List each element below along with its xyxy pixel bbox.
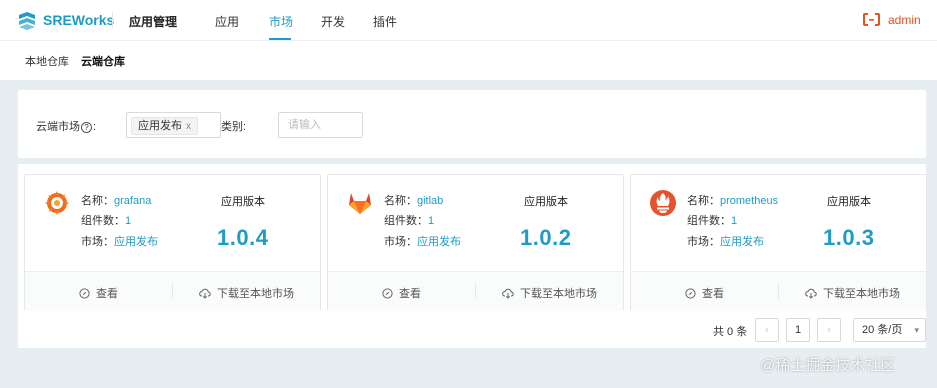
- market-label: 市场：: [384, 236, 417, 248]
- cloud-download-icon: [502, 288, 514, 299]
- download-to-local-button[interactable]: 下载至本地市场: [199, 285, 294, 301]
- card-name-row: 名称：gitlab: [384, 192, 443, 208]
- version-label: 应用版本: [221, 196, 265, 208]
- version-number: 1.0.4: [217, 225, 269, 250]
- card-name-row: 名称：grafana: [81, 192, 151, 208]
- view-button-label: 查看: [702, 288, 724, 300]
- market-label: 市场：: [81, 236, 114, 248]
- watermark: @稀土掘金技术社区: [760, 357, 896, 374]
- market-filter-label-colon: :: [93, 121, 97, 133]
- help-icon[interactable]: ?: [81, 122, 92, 133]
- category-input[interactable]: [278, 112, 363, 138]
- selected-market-tag: 应用发布 x: [131, 117, 198, 135]
- version-number: 1.0.3: [823, 225, 875, 250]
- pagination-next-button[interactable]: ›: [817, 318, 841, 342]
- version-number: 1.0.2: [520, 225, 572, 250]
- sreworks-logo-icon[interactable]: [16, 11, 38, 31]
- card-actions: 查看 下载至本地市场: [328, 271, 623, 311]
- name-label: 名称：: [81, 195, 114, 207]
- app-name-link[interactable]: grafana: [114, 195, 151, 207]
- components-label: 组件数：: [687, 215, 731, 227]
- brand-divider: [112, 12, 113, 28]
- action-divider: [778, 283, 779, 299]
- sub-navigation-bar: 本地仓库 云端仓库: [0, 41, 937, 80]
- pagination-total: 共 0 条: [713, 326, 748, 338]
- card-name-row: 名称：prometheus: [687, 192, 778, 208]
- components-label: 组件数：: [384, 215, 428, 227]
- market-link[interactable]: 应用发布: [720, 236, 764, 248]
- compass-icon: [382, 288, 393, 299]
- action-divider: [475, 283, 476, 299]
- download-button-label: 下载至本地市场: [823, 288, 900, 300]
- category-filter-label: 类别:: [221, 121, 247, 133]
- card-market-row: 市场：应用发布: [687, 233, 764, 249]
- page-size-value: 20 条/页: [862, 324, 903, 336]
- download-to-local-button[interactable]: 下载至本地市场: [805, 285, 900, 301]
- view-button[interactable]: 查看: [79, 285, 118, 301]
- card-components-row: 组件数：1: [384, 212, 434, 228]
- cloud-download-icon: [805, 288, 817, 299]
- compass-icon: [685, 288, 696, 299]
- nav-tab-market[interactable]: 市场: [269, 13, 293, 30]
- market-link[interactable]: 应用发布: [417, 236, 461, 248]
- selected-market-tag-label: 应用发布: [138, 120, 182, 132]
- compass-icon: [79, 288, 90, 299]
- download-to-local-button[interactable]: 下载至本地市场: [502, 285, 597, 301]
- app-card-prometheus: 名称：prometheus 组件数：1 市场：应用发布 应用版本 1.0.3 查…: [630, 174, 927, 311]
- market-filter-label: 云端市场?:: [36, 118, 96, 134]
- active-tab-indicator: [269, 38, 291, 40]
- view-button-label: 查看: [399, 288, 421, 300]
- card-components-row: 组件数：1: [81, 212, 131, 228]
- market-select[interactable]: 应用发布 x: [126, 112, 221, 138]
- page-size-select[interactable]: 20 条/页 ▾: [853, 318, 926, 342]
- app-card-gitlab: 名称：gitlab 组件数：1 市场：应用发布 应用版本 1.0.2 查看 下载…: [327, 174, 624, 311]
- download-button-label: 下载至本地市场: [520, 288, 597, 300]
- app-name-link[interactable]: gitlab: [417, 195, 443, 207]
- prometheus-icon: [650, 190, 676, 216]
- download-button-label: 下载至本地市场: [217, 288, 294, 300]
- name-label: 名称：: [384, 195, 417, 207]
- action-divider: [172, 283, 173, 299]
- filter-panel: 云端市场?: 应用发布 x 类别:: [18, 90, 926, 158]
- subnav-cloud-repo[interactable]: 云端仓库: [81, 53, 125, 69]
- brand-name[interactable]: SREWorks: [43, 12, 114, 28]
- nav-tab-apps[interactable]: 应用: [215, 13, 239, 30]
- app-title: 应用管理: [129, 15, 178, 29]
- components-count[interactable]: 1: [731, 215, 737, 227]
- market-link[interactable]: 应用发布: [114, 236, 158, 248]
- version-label: 应用版本: [524, 196, 568, 208]
- nav-tab-develop[interactable]: 开发: [321, 13, 345, 30]
- chevron-down-icon: ▾: [914, 325, 919, 335]
- version-label: 应用版本: [827, 196, 871, 208]
- gitlab-icon: [349, 193, 371, 214]
- top-navigation-bar: SREWorks 应用管理 应用 市场 开发 插件 admin: [0, 0, 937, 41]
- card-components-row: 组件数：1: [687, 212, 737, 228]
- card-actions: 查看 下载至本地市场: [631, 271, 926, 311]
- view-button[interactable]: 查看: [685, 285, 724, 301]
- user-menu[interactable]: admin: [888, 13, 921, 27]
- alibaba-cloud-icon[interactable]: [863, 13, 880, 26]
- app-card-grafana: 名称：grafana 组件数：1 市场：应用发布 应用版本 1.0.4 查看 下…: [24, 174, 321, 311]
- pagination-prev-button[interactable]: ‹: [755, 318, 779, 342]
- name-label: 名称：: [687, 195, 720, 207]
- card-market-row: 市场：应用发布: [81, 233, 158, 249]
- view-button-label: 查看: [96, 288, 118, 300]
- view-button[interactable]: 查看: [382, 285, 421, 301]
- card-market-row: 市场：应用发布: [384, 233, 461, 249]
- subnav-local-repo[interactable]: 本地仓库: [25, 53, 69, 69]
- market-label: 市场：: [687, 236, 720, 248]
- components-label: 组件数：: [81, 215, 125, 227]
- app-name-link[interactable]: prometheus: [720, 195, 778, 207]
- grafana-icon: [45, 191, 69, 215]
- components-count[interactable]: 1: [428, 215, 434, 227]
- components-count[interactable]: 1: [125, 215, 131, 227]
- nav-tab-plugins[interactable]: 插件: [373, 13, 397, 30]
- market-filter-label-text: 云端市场: [36, 121, 80, 133]
- card-actions: 查看 下载至本地市场: [25, 271, 320, 311]
- cloud-download-icon: [199, 288, 211, 299]
- tag-close-icon[interactable]: x: [186, 121, 191, 132]
- pagination-page-1[interactable]: 1: [786, 318, 810, 342]
